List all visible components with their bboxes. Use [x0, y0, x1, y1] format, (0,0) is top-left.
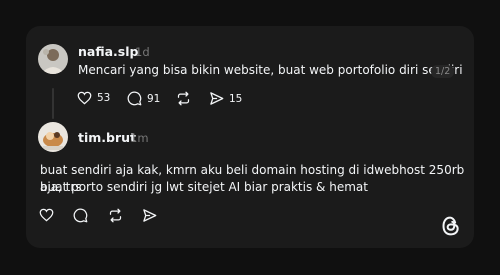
like-button[interactable]: 53 [77, 91, 110, 105]
repost-icon [108, 208, 123, 223]
page-indicator: 1/2 [431, 65, 455, 78]
threads-logo-icon[interactable] [441, 215, 461, 241]
comment-count: 91 [147, 92, 161, 105]
tim-avatar[interactable] [38, 122, 68, 152]
thread-card: nafia.slp 1d Mencari yang bisa bikin web… [26, 26, 474, 248]
reply-share-button[interactable] [142, 208, 157, 223]
nafia-avatar[interactable] [38, 44, 68, 74]
post-time: 1d [135, 45, 150, 59]
heart-icon [77, 91, 92, 105]
share-button[interactable]: 15 [209, 91, 242, 106]
reply-username[interactable]: tim.brut [78, 130, 136, 145]
post-text: Mencari yang bisa bikin website, buat we… [78, 63, 463, 77]
reply-time: 1m [130, 131, 149, 145]
reply-repost-button[interactable] [108, 208, 123, 223]
share-icon [142, 208, 157, 223]
reply-text-line-2: buat porto sendiri jg lwt sitejet AI bia… [40, 180, 368, 194]
comment-button[interactable]: 91 [127, 91, 160, 106]
repost-icon [176, 91, 191, 106]
like-count: 53 [97, 92, 111, 104]
reply-like-button[interactable] [39, 208, 54, 222]
reply-comment-button[interactable] [73, 208, 88, 223]
thread-line [52, 88, 54, 119]
repost-button[interactable] [176, 91, 191, 106]
share-count: 15 [229, 92, 243, 105]
comment-icon [73, 208, 88, 223]
post-username[interactable]: nafia.slp [78, 44, 138, 59]
comment-icon [127, 91, 142, 106]
heart-icon [39, 208, 54, 222]
share-icon [209, 91, 224, 106]
